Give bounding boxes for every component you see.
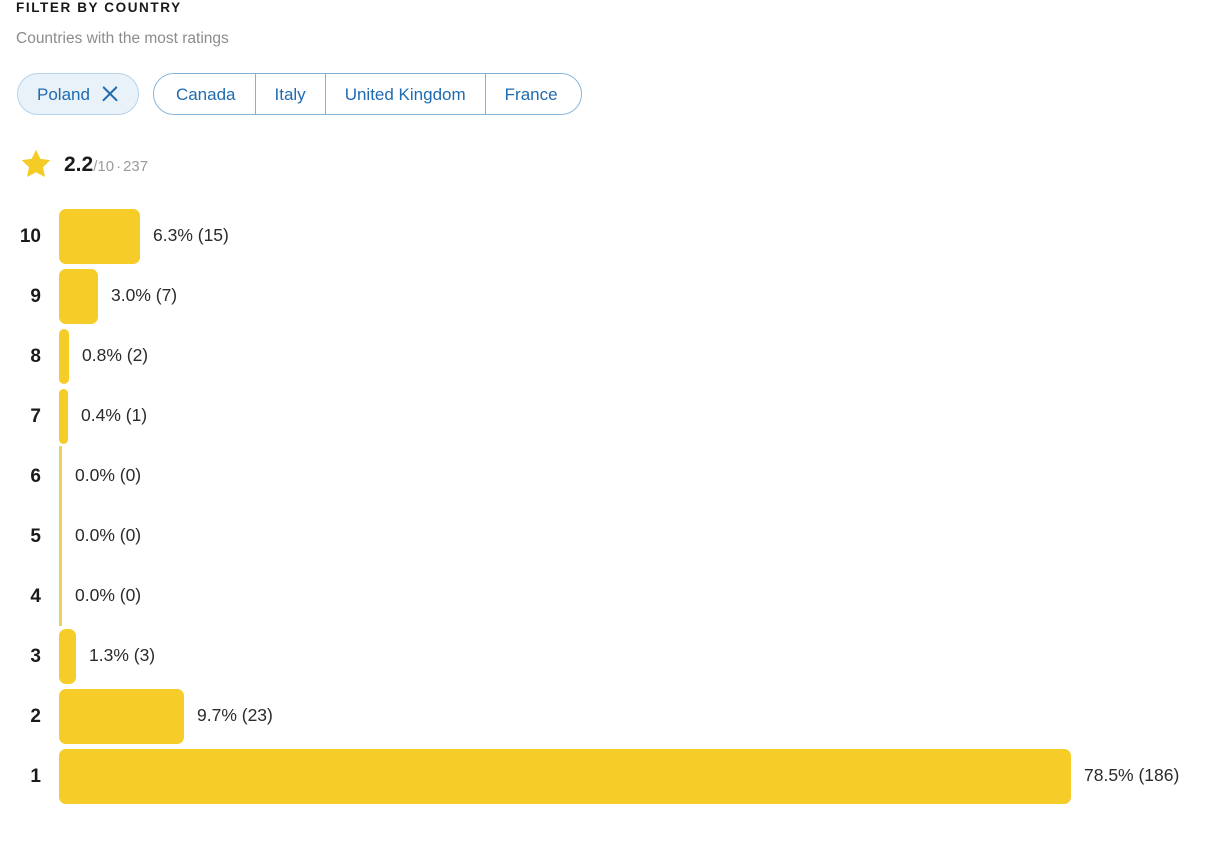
rating-count: 237 (123, 157, 149, 175)
rating-text: 2.2/10 · 237 (64, 154, 148, 175)
histogram-bar-value: 9.7% (23) (197, 705, 273, 726)
histogram-bar-wrap: 0.0% (0) (41, 446, 1220, 506)
histogram-bar-wrap: 78.5% (186) (41, 748, 1220, 804)
country-filter-chips: Poland Canada Italy United Kingdom Franc… (0, 49, 1220, 115)
chip-selected-label: Poland (37, 84, 90, 104)
histogram-bar (59, 208, 140, 264)
histogram-row: 3 1.3% (3) (0, 626, 1220, 686)
histogram-row-label: 3 (30, 645, 41, 667)
histogram-row: 4 0.0% (0) (0, 566, 1220, 626)
histogram-bar-value: 0.8% (2) (82, 345, 149, 366)
histogram-row: 6 0.0% (0) (0, 446, 1220, 506)
chip-option-united-kingdom[interactable]: United Kingdom (325, 74, 486, 114)
chip-option-canada[interactable]: Canada (153, 74, 256, 114)
rating-score: 2.2 (64, 152, 94, 176)
histogram-bar-wrap: 9.7% (23) (41, 688, 1220, 744)
histogram-bar-wrap: 3.0% (7) (41, 268, 1220, 324)
rating-summary: 2.2/10 · 237 (0, 115, 1220, 181)
histogram-bar-value: 0.0% (0) (75, 585, 142, 606)
histogram-bar (59, 628, 76, 684)
histogram-row: 5 0.0% (0) (0, 506, 1220, 566)
histogram-bar-value: 1.3% (3) (89, 645, 156, 666)
histogram-bar-wrap: 0.8% (2) (41, 328, 1220, 384)
histogram-row-label: 5 (30, 525, 41, 547)
histogram-row: 1 78.5% (186) (0, 746, 1220, 806)
histogram-row: 10 6.3% (15) (0, 206, 1220, 266)
histogram-bar-wrap: 6.3% (15) (41, 208, 1220, 264)
histogram-row: 8 0.8% (2) (0, 326, 1220, 386)
histogram-bar (59, 748, 1071, 804)
histogram-bar-wrap: 0.4% (1) (41, 388, 1220, 444)
close-icon[interactable] (102, 86, 119, 103)
histogram-bar (59, 328, 69, 384)
histogram-row-label: 4 (30, 585, 41, 607)
histogram-bar-wrap: 0.0% (0) (41, 506, 1220, 566)
histogram-row: 7 0.4% (1) (0, 386, 1220, 446)
histogram-row-label: 1 (30, 765, 41, 787)
ratings-histogram: 10 6.3% (15) 9 3.0% (7) 8 0.8% (2) 7 0.4% (1) 6 0… (0, 206, 1220, 806)
rating-out-of: /10 (93, 157, 115, 175)
histogram-bar-wrap: 0.0% (0) (41, 566, 1220, 626)
histogram-bar (59, 268, 98, 324)
filter-panel-header: FILTER BY COUNTRY Countries with the mos… (0, 0, 1220, 49)
histogram-row: 2 9.7% (23) (0, 686, 1220, 746)
histogram-bar-value: 0.0% (0) (75, 465, 142, 486)
histogram-row-label: 6 (30, 465, 41, 487)
histogram-row-label: 9 (30, 285, 41, 307)
rating-separator: · (116, 157, 122, 175)
chip-selected-country[interactable]: Poland (17, 73, 139, 115)
histogram-bar (59, 688, 184, 744)
chip-option-france[interactable]: France (485, 74, 581, 114)
histogram-bar (59, 388, 68, 444)
histogram-row-label: 8 (30, 345, 41, 367)
histogram-row-label: 7 (30, 405, 41, 427)
panel-subtitle: Countries with the most ratings (16, 30, 229, 47)
histogram-row: 9 3.0% (7) (0, 266, 1220, 326)
histogram-bar-value: 78.5% (186) (1084, 765, 1180, 786)
star-icon (21, 149, 51, 178)
chip-option-italy[interactable]: Italy (255, 74, 326, 114)
histogram-bar-value: 3.0% (7) (111, 285, 178, 306)
histogram-bar-value: 6.3% (15) (153, 225, 229, 246)
country-option-group: Canada Italy United Kingdom France (152, 73, 582, 115)
histogram-bar-wrap: 1.3% (3) (41, 628, 1220, 684)
histogram-bar-value: 0.4% (1) (81, 405, 148, 426)
histogram-bar-value: 0.0% (0) (75, 525, 142, 546)
histogram-row-label: 2 (30, 705, 41, 727)
page-title: FILTER BY COUNTRY (16, 0, 182, 15)
histogram-row-label: 10 (19, 225, 41, 247)
